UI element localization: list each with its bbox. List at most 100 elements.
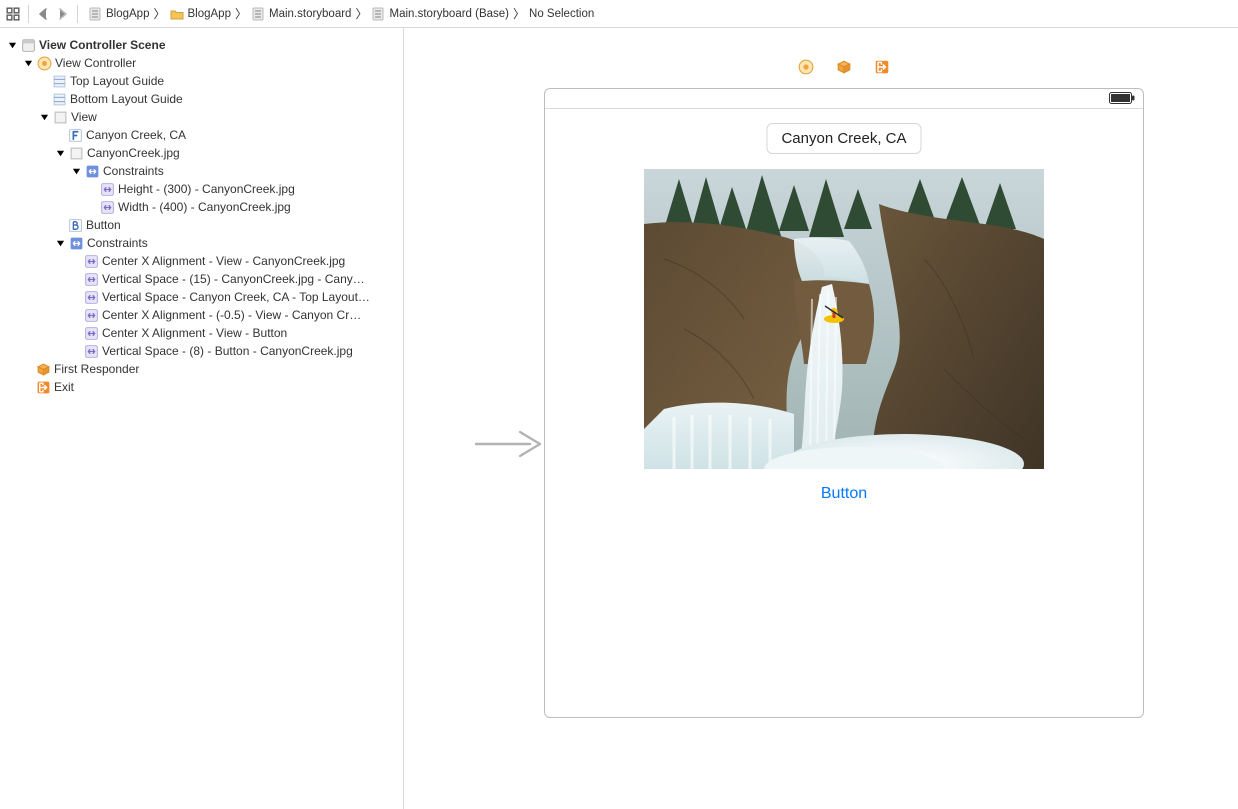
button-b-icon [68,218,83,233]
outline-row-view[interactable]: View [0,108,403,126]
uibutton[interactable]: Button [821,485,867,503]
toolbar: BlogApp 〉 BlogApp 〉 Main.storyboard 〉 Ma… [0,0,1238,28]
constraint-icon [84,308,99,323]
viewcontroller-icon [37,56,52,71]
disclosure-triangle-icon[interactable] [54,147,66,159]
outline-row-first-responder[interactable]: First Responder [0,360,403,378]
crumb-storyboard[interactable]: Main.storyboard [249,7,353,21]
storyboard-canvas[interactable]: Canyon Creek, CA [404,28,1238,809]
separator [77,5,78,23]
separator [28,5,29,23]
constraint-icon [100,200,115,215]
crumb-label: No Selection [529,8,594,20]
outline-label: Canyon Creek, CA [86,128,186,142]
disclosure-triangle-icon[interactable] [54,237,66,249]
view-content[interactable]: Canyon Creek, CA [545,109,1143,717]
nav-forward-icon[interactable] [55,7,69,21]
disclosure-triangle-icon[interactable] [70,165,82,177]
outline-label: Bottom Layout Guide [70,92,183,106]
outline-row-constraint[interactable]: Vertical Space - Canyon Creek, CA - Top … [0,288,403,306]
outline-row-constraint[interactable]: Height - (300) - CanyonCreek.jpg [0,180,403,198]
constraint-icon [84,272,99,287]
outline-row-constraint[interactable]: Width - (400) - CanyonCreek.jpg [0,198,403,216]
outline-row-constraints-group[interactable]: Constraints [0,234,403,252]
nav-back-icon[interactable] [37,7,51,21]
constraint-icon [84,326,99,341]
uibutton-title: Button [821,485,867,502]
outline-row-constraints-group[interactable]: Constraints [0,162,403,180]
chevron-right-icon: 〉 [513,5,525,22]
scene-dock [798,59,890,75]
constraints-group-icon [69,236,84,251]
crumb-storyboard-base[interactable]: Main.storyboard (Base) [369,7,511,21]
storyboard-icon [88,7,102,21]
outline-row-label[interactable]: Canyon Creek, CA [0,126,403,144]
outline-row-constraint[interactable]: Vertical Space - (8) - Button - CanyonCr… [0,342,403,360]
outline-row-button[interactable]: Button [0,216,403,234]
crumb-no-selection[interactable]: No Selection [527,8,596,20]
constraint-icon [84,344,99,359]
initial-vc-arrow-icon [474,424,542,464]
disclosure-triangle-icon[interactable] [6,39,18,51]
device-frame[interactable]: Canyon Creek, CA [544,88,1144,718]
exit-icon [36,380,51,395]
view-icon [53,110,68,125]
outline-label: Constraints [103,164,164,178]
storyboard-icon [251,7,265,21]
outline-row-scene[interactable]: View Controller Scene [0,36,403,54]
outline-row-imageview[interactable]: CanyonCreek.jpg [0,144,403,162]
constraint-icon [84,254,99,269]
outline-label: Top Layout Guide [70,74,164,88]
label-f-icon [68,128,83,143]
status-bar [545,89,1143,109]
storyboard-icon [371,7,385,21]
layout-guide-icon [52,92,67,107]
uiimageview-canyoncreek[interactable] [644,169,1044,469]
outline-label: Button [86,218,121,232]
outline-row-constraint[interactable]: Vertical Space - (15) - CanyonCreek.jpg … [0,270,403,288]
view-icon [69,146,84,161]
constraint-icon [100,182,115,197]
layout-guide-icon [52,74,67,89]
chevron-right-icon: 〉 [355,5,367,22]
uilabel-canyon-creek[interactable]: Canyon Creek, CA [766,123,921,154]
outline-label: View Controller [55,56,136,70]
related-items-icon[interactable] [6,7,20,21]
constraint-icon [84,290,99,305]
outline-label: Center X Alignment - (-0.5) - View - Can… [102,308,361,322]
chevron-right-icon: 〉 [235,5,247,22]
uilabel-text: Canyon Creek, CA [781,130,906,147]
outline-label: Constraints [87,236,148,250]
outline-label: First Responder [54,362,139,376]
battery-icon [1109,92,1135,104]
crumb-folder[interactable]: BlogApp [168,7,233,21]
outline-label: Width - (400) - CanyonCreek.jpg [118,200,291,214]
outline-row-constraint[interactable]: Center X Alignment - (-0.5) - View - Can… [0,306,403,324]
document-outline[interactable]: View Controller Scene View Controller To… [0,28,404,809]
chevron-right-icon: 〉 [153,5,165,22]
viewcontroller-icon[interactable] [798,59,814,75]
breadcrumb: BlogApp 〉 BlogApp 〉 Main.storyboard 〉 Ma… [86,5,596,22]
outline-label: View [71,110,97,124]
crumb-project[interactable]: BlogApp [86,7,151,21]
exit-icon[interactable] [874,59,890,75]
outline-row-vc[interactable]: View Controller [0,54,403,72]
scene-icon [21,38,36,53]
outline-label: View Controller Scene [39,38,166,52]
folder-icon [170,7,184,21]
first-responder-icon[interactable] [836,59,852,75]
cube-icon [36,362,51,377]
outline-row-exit[interactable]: Exit [0,378,403,396]
outline-label: Height - (300) - CanyonCreek.jpg [118,182,295,196]
disclosure-triangle-icon[interactable] [22,57,34,69]
outline-label: Vertical Space - Canyon Creek, CA - Top … [102,290,370,304]
outline-row-bottom-guide[interactable]: Bottom Layout Guide [0,90,403,108]
outline-label: Vertical Space - (15) - CanyonCreek.jpg … [102,272,365,286]
disclosure-triangle-icon[interactable] [38,111,50,123]
crumb-label: Main.storyboard [269,8,351,20]
outline-row-constraint[interactable]: Center X Alignment - View - CanyonCreek.… [0,252,403,270]
outline-row-top-guide[interactable]: Top Layout Guide [0,72,403,90]
outline-row-constraint[interactable]: Center X Alignment - View - Button [0,324,403,342]
crumb-label: BlogApp [188,8,231,20]
outline-label: Exit [54,380,74,394]
